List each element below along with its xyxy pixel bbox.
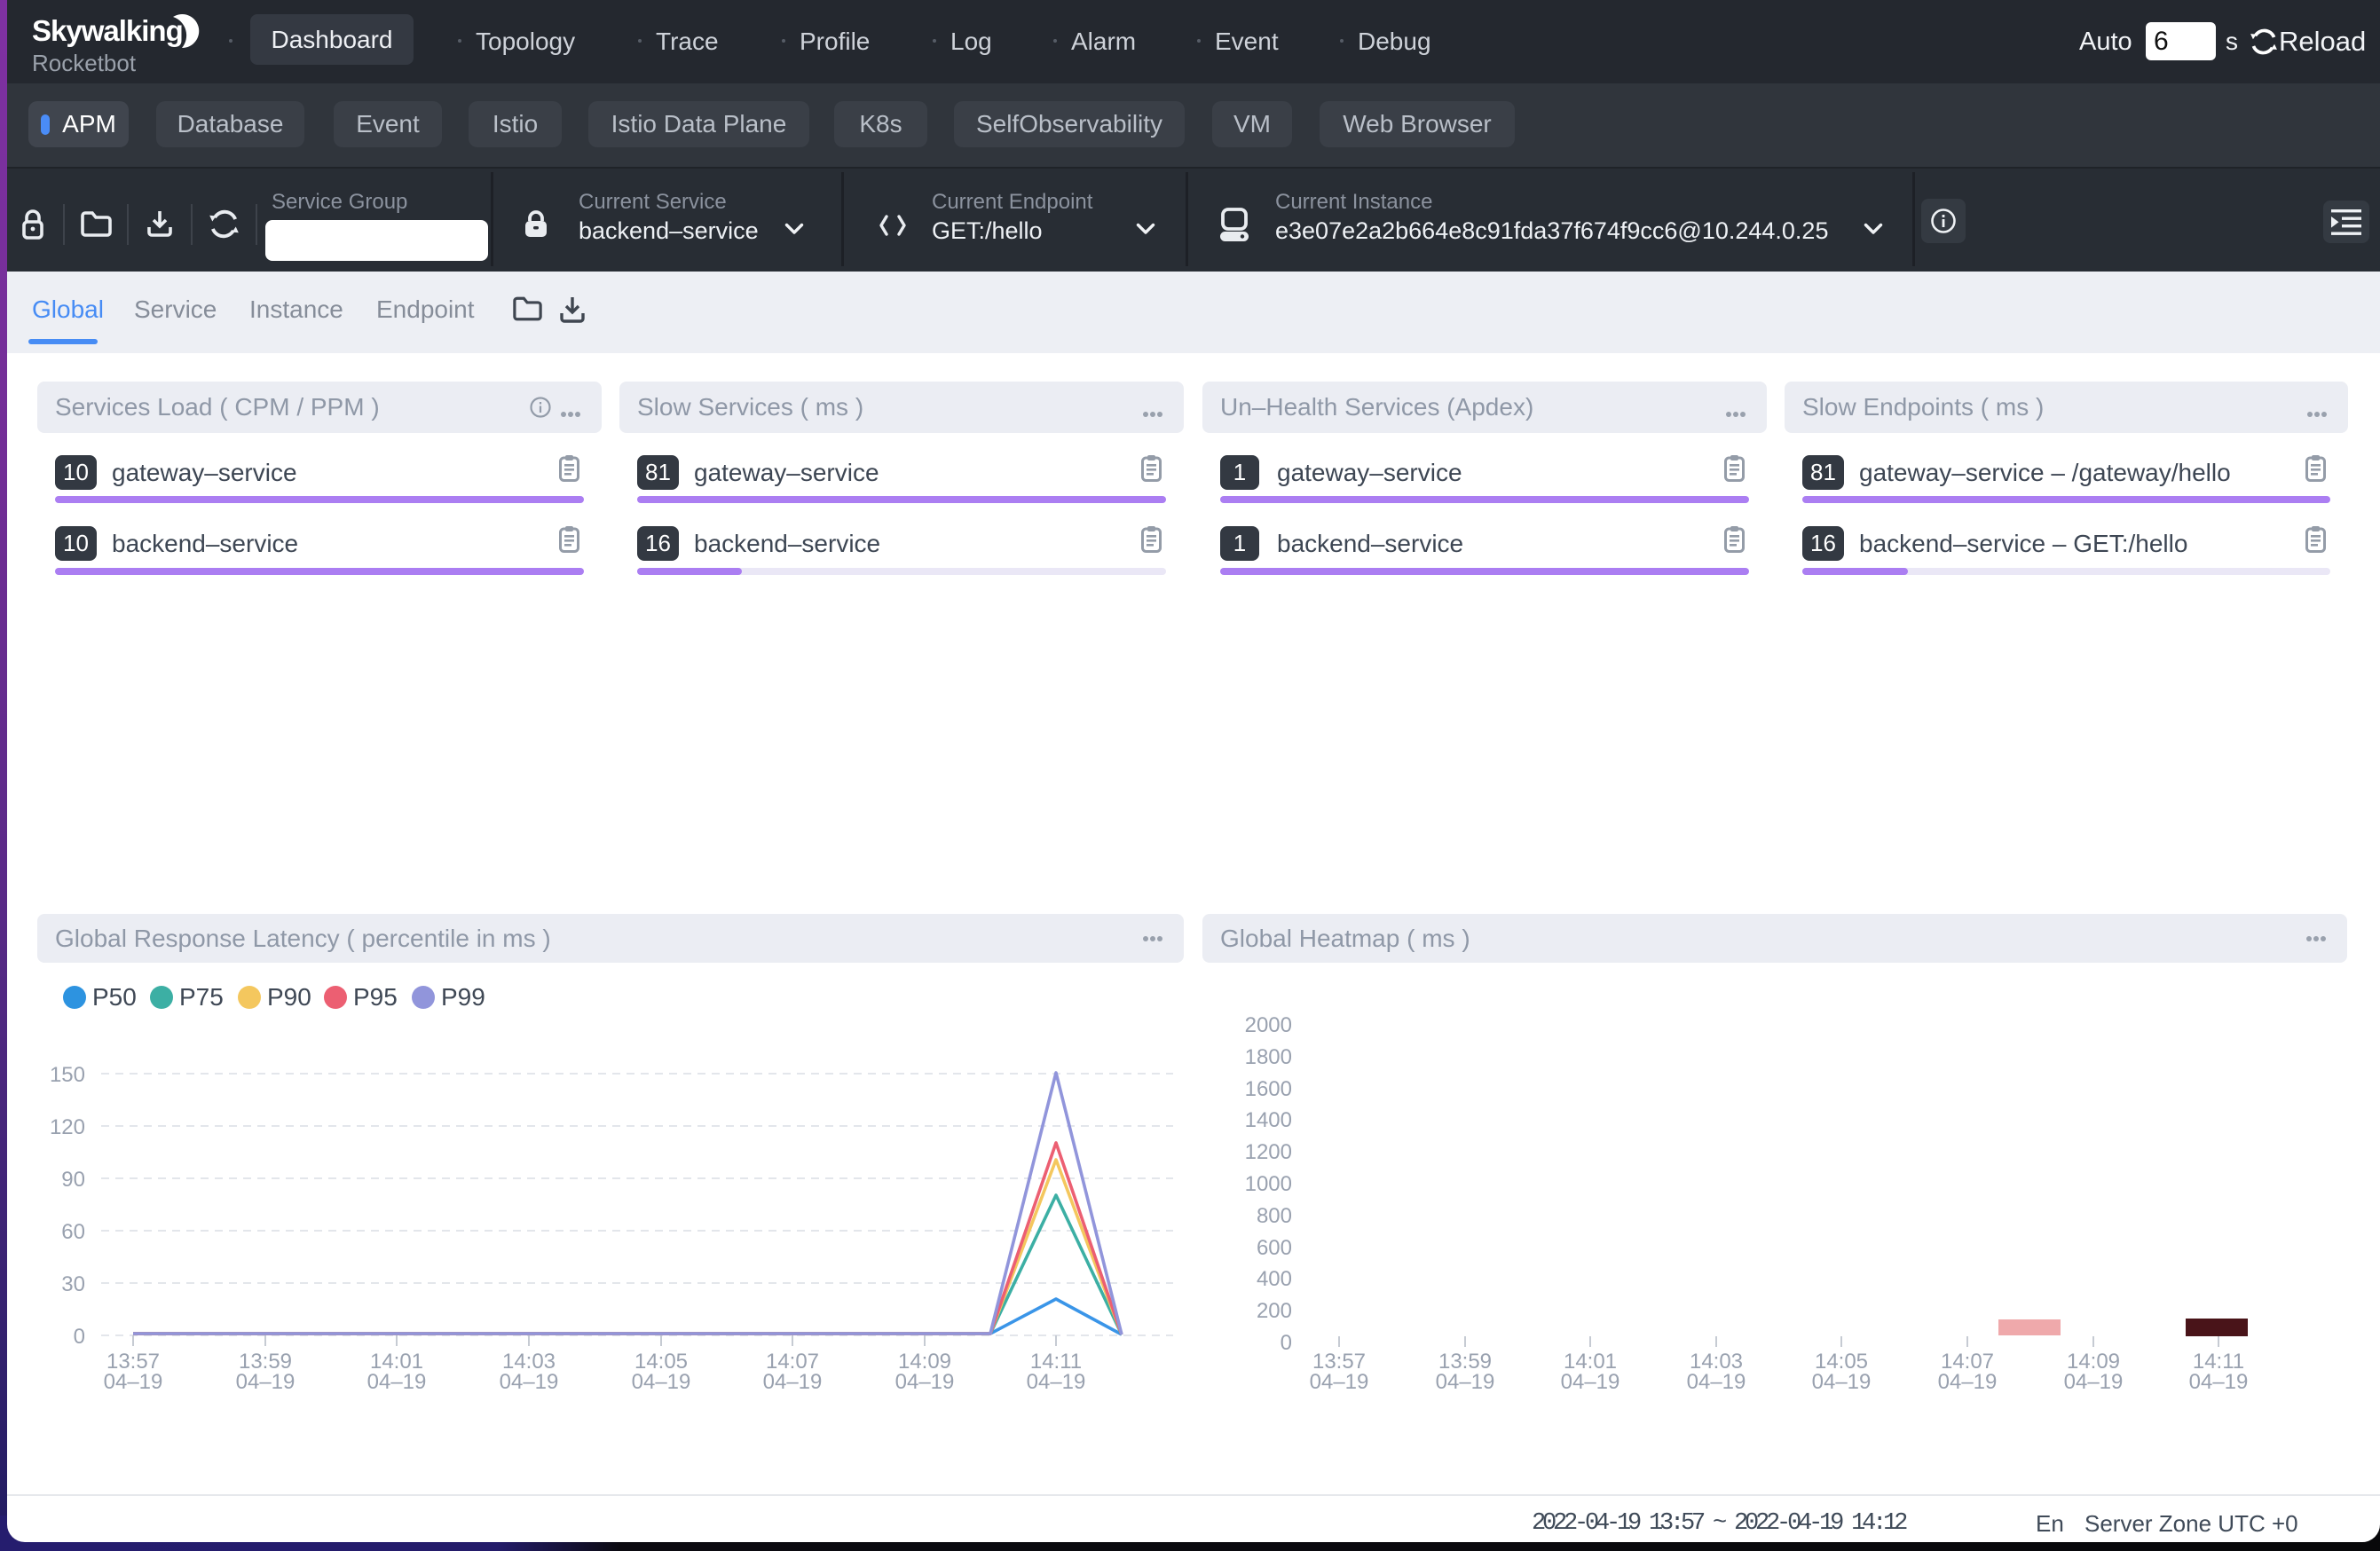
svg-text:04–19: 04–19 bbox=[895, 1370, 955, 1394]
svg-text:0: 0 bbox=[74, 1325, 85, 1349]
svg-text:04–19: 04–19 bbox=[236, 1370, 296, 1394]
svg-text:04–19: 04–19 bbox=[367, 1370, 427, 1394]
svg-text:04–19: 04–19 bbox=[1436, 1370, 1495, 1394]
svg-text:2000: 2000 bbox=[1245, 1013, 1292, 1037]
svg-text:04–19: 04–19 bbox=[632, 1370, 691, 1394]
svg-text:120: 120 bbox=[50, 1115, 85, 1139]
svg-text:1200: 1200 bbox=[1245, 1140, 1292, 1164]
svg-text:04–19: 04–19 bbox=[2064, 1370, 2124, 1394]
svg-text:04–19: 04–19 bbox=[2189, 1370, 2249, 1394]
svg-text:04–19: 04–19 bbox=[763, 1370, 823, 1394]
svg-text:04–19: 04–19 bbox=[1687, 1370, 1746, 1394]
svg-text:1800: 1800 bbox=[1245, 1045, 1292, 1069]
svg-text:400: 400 bbox=[1257, 1267, 1292, 1291]
svg-text:150: 150 bbox=[50, 1063, 85, 1087]
svg-text:1400: 1400 bbox=[1245, 1108, 1292, 1132]
svg-text:200: 200 bbox=[1257, 1299, 1292, 1323]
svg-text:04–19: 04–19 bbox=[1812, 1370, 1872, 1394]
svg-text:1600: 1600 bbox=[1245, 1077, 1292, 1101]
svg-text:30: 30 bbox=[61, 1272, 85, 1296]
svg-text:60: 60 bbox=[61, 1220, 85, 1244]
svg-text:04–19: 04–19 bbox=[1561, 1370, 1620, 1394]
svg-text:1000: 1000 bbox=[1245, 1172, 1292, 1196]
svg-text:0: 0 bbox=[1281, 1331, 1292, 1355]
svg-text:04–19: 04–19 bbox=[104, 1370, 163, 1394]
svg-text:800: 800 bbox=[1257, 1204, 1292, 1228]
svg-text:600: 600 bbox=[1257, 1236, 1292, 1260]
svg-text:04–19: 04–19 bbox=[1938, 1370, 1998, 1394]
svg-text:90: 90 bbox=[61, 1168, 85, 1192]
svg-text:04–19: 04–19 bbox=[1027, 1370, 1086, 1394]
svg-text:04–19: 04–19 bbox=[1310, 1370, 1369, 1394]
svg-text:04–19: 04–19 bbox=[500, 1370, 559, 1394]
